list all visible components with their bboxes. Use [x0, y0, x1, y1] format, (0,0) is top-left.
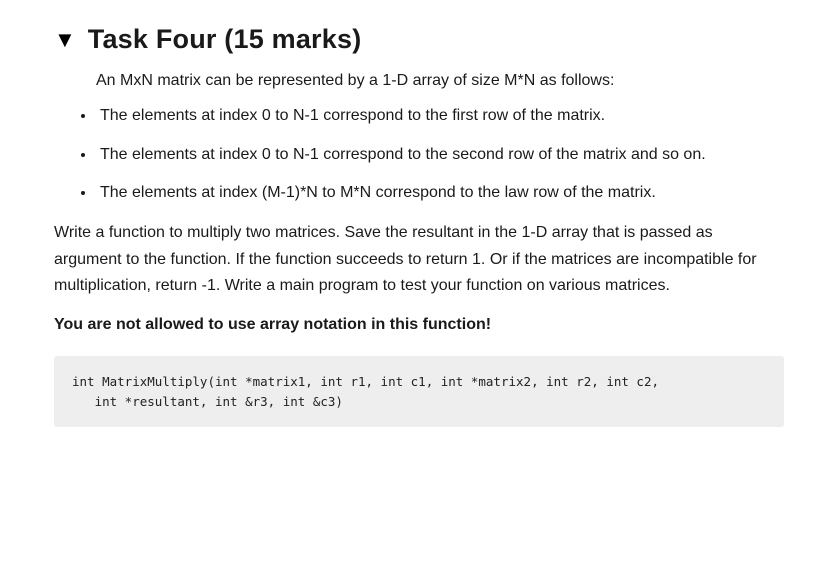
- body-paragraph: Write a function to multiply two matrice…: [54, 220, 784, 299]
- bullet-list: The elements at index 0 to N-1 correspon…: [74, 104, 784, 206]
- intro-paragraph: An MxN matrix can be represented by a 1-…: [96, 69, 784, 94]
- list-item: The elements at index 0 to N-1 correspon…: [96, 104, 784, 129]
- disclosure-triangle-icon[interactable]: ▼: [54, 29, 76, 51]
- task-heading-row: ▼ Task Four (15 marks): [54, 24, 784, 55]
- list-item: The elements at index (M-1)*N to M*N cor…: [96, 181, 784, 206]
- document-page: ▼ Task Four (15 marks) An MxN matrix can…: [0, 0, 838, 461]
- task-title: Task Four (15 marks): [88, 24, 362, 55]
- code-block: int MatrixMultiply(int *matrix1, int r1,…: [54, 356, 784, 427]
- list-item: The elements at index 0 to N-1 correspon…: [96, 143, 784, 168]
- restriction-warning: You are not allowed to use array notatio…: [54, 313, 784, 338]
